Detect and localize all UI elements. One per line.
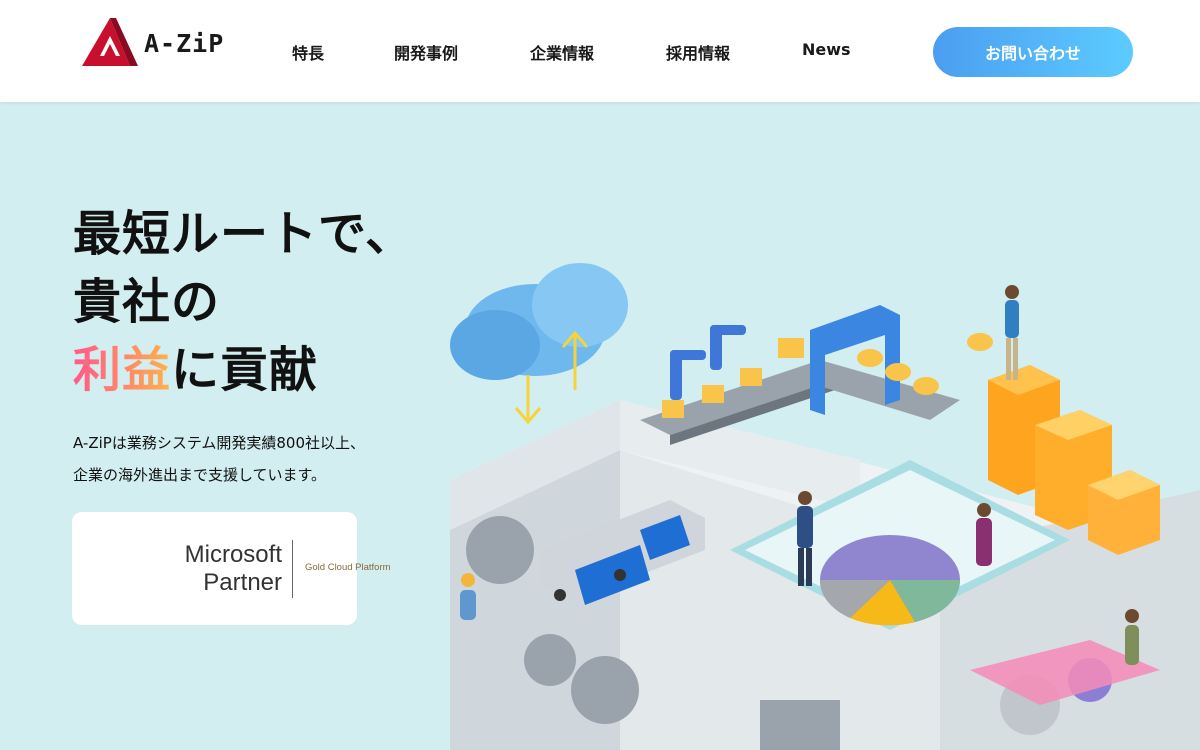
site-header: A-ZiP 特長 開発事例 企業情報 採用情報 News お問い合わせ — [0, 0, 1200, 102]
headline-line-1: 最短ルートで、 — [73, 206, 415, 262]
partner-badge-tier: Gold Cloud Platform — [305, 562, 391, 573]
nav-company[interactable]: 企業情報 — [530, 40, 594, 64]
description-line-1: A-ZiPは業務システム開発実績800社以上、 — [73, 434, 366, 452]
partner-badge-divider — [292, 540, 293, 598]
cloud-icon — [450, 263, 628, 380]
contact-button[interactable]: お問い合わせ — [933, 27, 1133, 77]
hero-headline: 最短ルートで、 貴社の 利益に貢献 — [73, 200, 414, 404]
logo-wordmark: A-ZiP — [144, 28, 225, 58]
partner-badge-microsoft: Microsoft — [184, 541, 282, 568]
headline-line-2: 貴社の — [73, 274, 221, 330]
hero-illustration — [450, 263, 1200, 750]
nav-recruit[interactable]: 採用情報 — [666, 40, 730, 64]
headline-highlight: 利益 — [73, 342, 172, 398]
partner-badge-partner: Partner — [203, 569, 282, 596]
nav-news[interactable]: News — [802, 40, 851, 59]
nav-features[interactable]: 特長 — [292, 40, 324, 64]
microsoft-partner-badge: Microsoft Partner Gold Cloud Platform — [72, 512, 391, 625]
headline-line-3: に貢献 — [171, 342, 319, 398]
description-line-2: 企業の海外進出まで支援しています。 — [73, 466, 327, 484]
logo[interactable]: A-ZiP — [80, 16, 224, 68]
a-zip-logo-icon — [82, 18, 138, 66]
nav-case-studies[interactable]: 開発事例 — [394, 40, 458, 64]
hero-description: A-ZiPは業務システム開発実績800社以上、 企業の海外進出まで支援しています… — [73, 427, 365, 491]
